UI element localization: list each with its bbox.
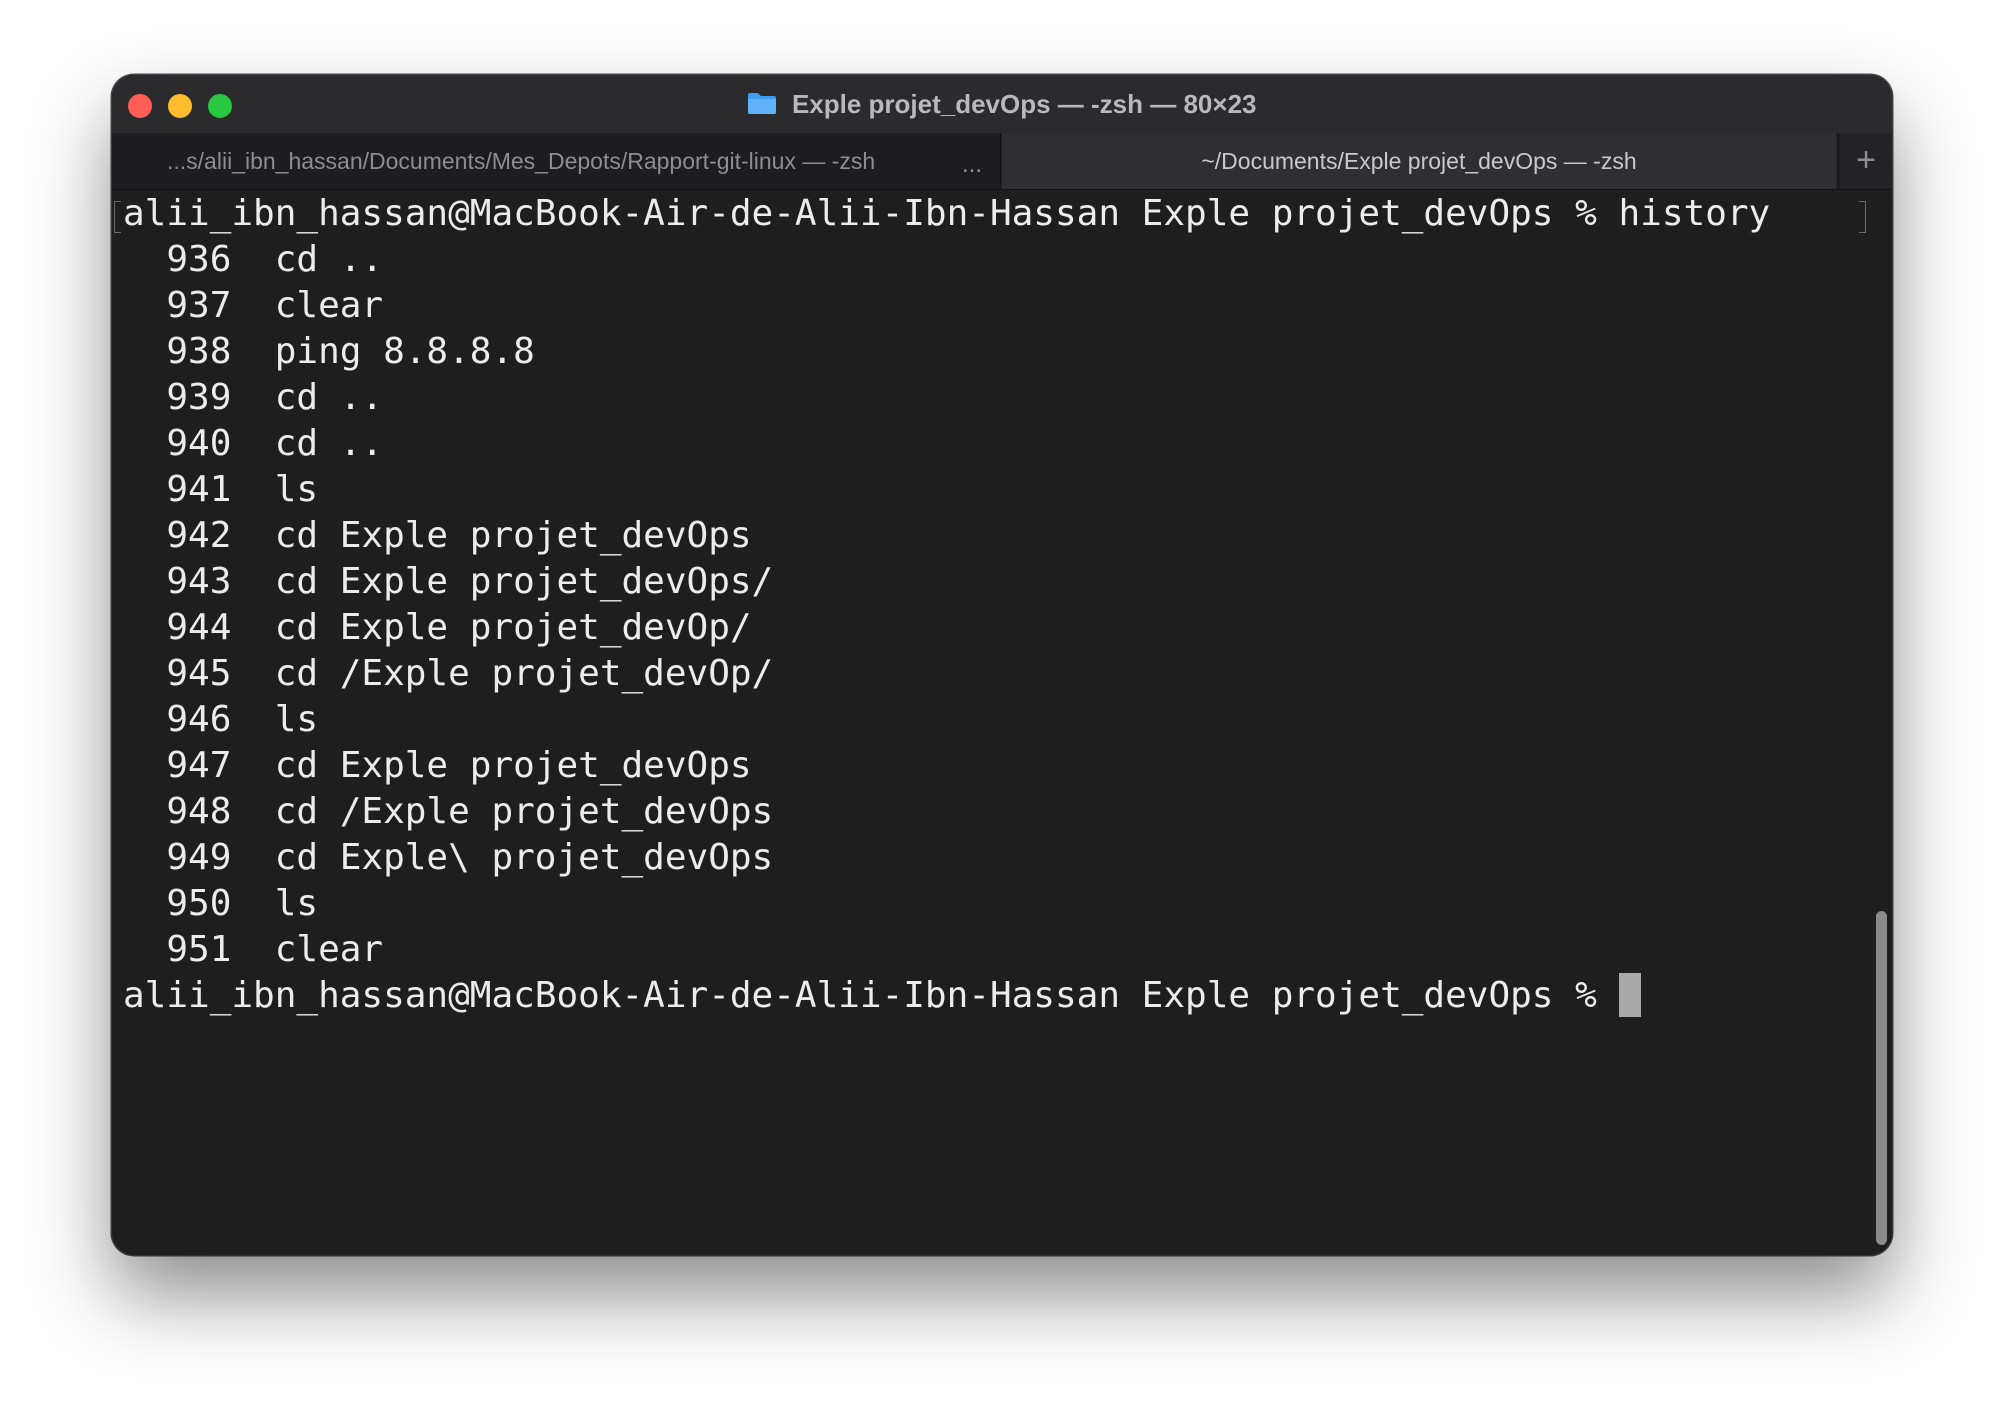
history-entry: 945 cd /Exple projet_devOp/ xyxy=(123,653,774,694)
terminal-line: alii_ibn_hassan@MacBook-Air-de-Alii-Ibn-… xyxy=(123,193,1771,234)
window-title: Exple projet_devOps — -zsh — 80×23 xyxy=(791,89,1257,119)
title-bar[interactable]: Exple projet_devOps — -zsh — 80×23 xyxy=(112,75,1892,133)
tab-overflow-ellipsis: ... xyxy=(962,151,983,178)
folder-icon xyxy=(747,91,777,115)
history-entry: 936 cd .. xyxy=(123,239,384,280)
tab-rapport-git-linux[interactable]: ...s/alii_ibn_hassan/Documents/Mes_Depot… xyxy=(112,133,1001,189)
mark-bracket-left xyxy=(114,201,121,233)
scrollbar-thumb[interactable] xyxy=(1876,911,1887,1245)
text-cursor xyxy=(1618,973,1641,1017)
history-entry: 943 cd Exple projet_devOps/ xyxy=(123,561,774,602)
mark-bracket-right xyxy=(1859,201,1866,233)
tab-bar: ...s/alii_ibn_hassan/Documents/Mes_Depot… xyxy=(112,133,1892,190)
history-entry: 950 ls xyxy=(123,883,319,924)
history-entry: 941 ls xyxy=(123,469,319,510)
history-entry: 947 cd Exple projet_devOps xyxy=(123,745,752,786)
tab-label: ...s/alii_ibn_hassan/Documents/Mes_Depot… xyxy=(167,148,876,174)
shell-prompt: alii_ibn_hassan@MacBook-Air-de-Alii-Ibn-… xyxy=(123,975,1619,1016)
terminal-output[interactable]: alii_ibn_hassan@MacBook-Air-de-Alii-Ibn-… xyxy=(112,191,1868,1255)
history-entry: 938 ping 8.8.8.8 xyxy=(123,331,535,372)
history-entry: 951 clear xyxy=(123,929,384,970)
window-title-area: Exple projet_devOps — -zsh — 80×23 xyxy=(112,89,1892,120)
tab-exple-projet-devops[interactable]: ~/Documents/Exple projet_devOps — -zsh xyxy=(1002,133,1836,189)
history-entry: 942 cd Exple projet_devOps xyxy=(123,515,752,556)
history-entry: 949 cd Exple\ projet_devOps xyxy=(123,837,774,878)
terminal-window: Exple projet_devOps — -zsh — 80×23 ...s/… xyxy=(112,75,1892,1255)
tab-label: ~/Documents/Exple projet_devOps — -zsh xyxy=(1201,148,1637,174)
history-entry: 940 cd .. xyxy=(123,423,384,464)
prompt-line[interactable]: alii_ibn_hassan@MacBook-Air-de-Alii-Ibn-… xyxy=(123,973,1868,1019)
history-entry: 944 cd Exple projet_devOp/ xyxy=(123,607,752,648)
history-entry: 937 clear xyxy=(123,285,384,326)
history-entry: 946 ls xyxy=(123,699,319,740)
vertical-scrollbar[interactable] xyxy=(1872,191,1892,1255)
history-entry: 939 cd .. xyxy=(123,377,384,418)
new-tab-button[interactable]: + xyxy=(1838,133,1892,189)
history-entry: 948 cd /Exple projet_devOps xyxy=(123,791,774,832)
